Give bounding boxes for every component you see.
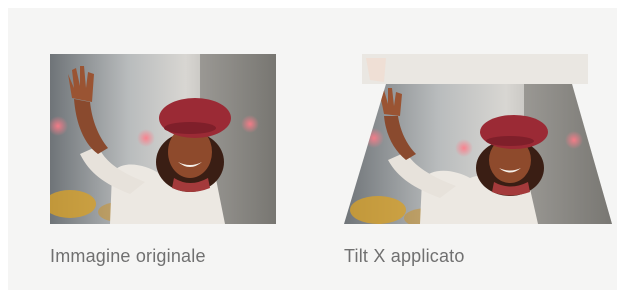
caption-original: Immagine originale [50,246,206,266]
original-image [50,54,276,224]
caption-tilted: Tilt X applicato [344,246,465,266]
comparison-panel: Immagine originale Tilt X applicato [8,8,617,290]
woman-waving-photo [50,54,276,224]
woman-waving-photo-tilted [344,54,612,224]
tilted-image [344,54,614,224]
